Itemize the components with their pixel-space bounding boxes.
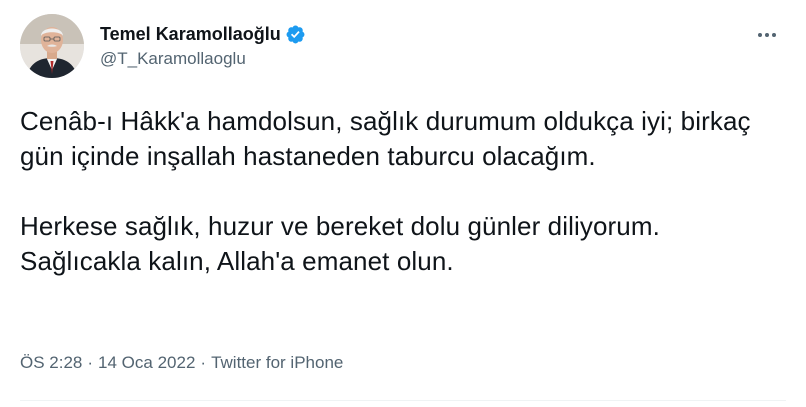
author-avatar[interactable]: [20, 14, 84, 78]
author-name[interactable]: Temel Karamollaoğlu: [100, 22, 281, 46]
author-info: Temel Karamollaoğlu @T_Karamollaoglu: [100, 22, 306, 70]
tweet-paragraph: Cenâb-ı Hâkk'a hamdolsun, sağlık durumum…: [20, 106, 751, 171]
more-dot: [772, 33, 776, 37]
verified-badge-icon: [285, 24, 306, 45]
tweet-date[interactable]: 14 Oca 2022: [98, 352, 195, 374]
more-dot: [765, 33, 769, 37]
meta-separator: ·: [200, 353, 207, 372]
tweet-source-link[interactable]: Twitter for iPhone: [211, 352, 343, 374]
meta-separator: ·: [87, 353, 94, 372]
author-handle[interactable]: @T_Karamollaoglu: [100, 48, 306, 70]
author-name-row: Temel Karamollaoğlu: [100, 22, 306, 46]
tweet-text: Cenâb-ı Hâkk'a hamdolsun, sağlık durumum…: [20, 104, 786, 279]
tweet-card: Temel Karamollaoğlu @T_Karamollaoglu Cen…: [0, 0, 806, 407]
tweet-paragraph: Herkese sağlık, huzur ve bereket dolu gü…: [20, 211, 660, 276]
more-horizontal-icon[interactable]: [752, 22, 782, 48]
tweet-time[interactable]: ÖS 2:28: [20, 352, 82, 374]
divider: [20, 400, 786, 401]
more-dot: [758, 33, 762, 37]
avatar-image: [20, 14, 84, 78]
tweet-metadata: ÖS 2:28 · 14 Oca 2022 · Twitter for iPho…: [20, 352, 343, 374]
